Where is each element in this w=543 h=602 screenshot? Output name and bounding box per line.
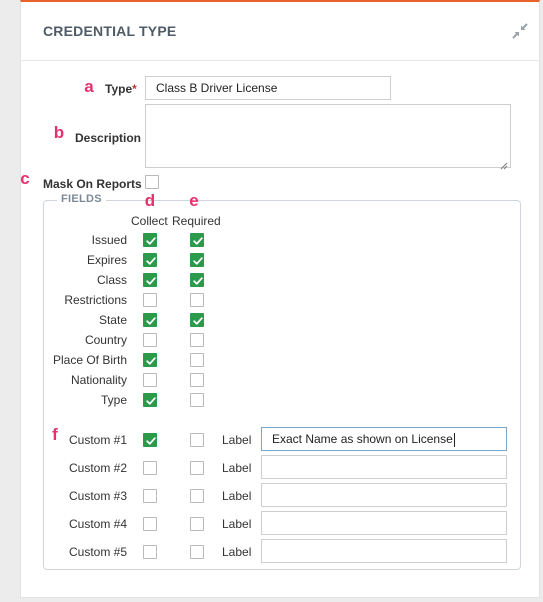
custom-required-checkbox[interactable] [190,545,204,559]
checkmark-icon [193,277,203,285]
custom-field-label: Custom #1 [69,433,128,447]
marker-f: f [52,425,58,444]
collect-checkbox[interactable] [143,273,157,287]
type-input-value: Class B Driver License [156,81,278,95]
custom-label-caption: Label [222,545,252,559]
custom-label-caption: Label [222,461,252,475]
collect-checkbox[interactable] [143,393,157,407]
custom-field-label: Custom #3 [69,489,128,503]
custom-required-checkbox[interactable] [190,517,204,531]
field-label: Restrictions [64,293,127,307]
text-caret [453,432,455,447]
marker-d: d [144,191,156,210]
custom-label-input[interactable] [261,483,507,507]
field-label: Expires [86,253,127,267]
checkmark-icon [193,257,203,265]
checkmark-icon [146,397,156,405]
checkmark-icon [146,317,156,325]
type-label: Type* [105,82,137,96]
collect-checkbox[interactable] [143,293,157,307]
custom-collect-checkbox[interactable] [143,461,157,475]
required-checkbox[interactable] [190,373,204,387]
custom-required-checkbox[interactable] [190,433,204,447]
marker-e: e [189,191,199,210]
custom-collect-checkbox[interactable] [143,433,157,447]
custom-label-input[interactable] [261,511,507,535]
custom-label-input[interactable] [261,455,507,479]
custom-label-caption: Label [222,433,252,447]
field-label: State [98,313,127,327]
custom-label-caption: Label [222,517,252,531]
panel-header: CREDENTIAL TYPE [21,2,539,61]
custom-label-caption: Label [222,489,252,503]
collect-checkbox[interactable] [143,233,157,247]
required-checkbox[interactable] [190,353,204,367]
custom-collect-checkbox[interactable] [143,489,157,503]
custom-label-value: Exact Name as shown on License [272,432,453,446]
required-checkbox[interactable] [190,393,204,407]
custom-label-input[interactable]: Exact Name as shown on License [261,427,507,451]
field-label: Issued [91,233,127,247]
required-checkbox[interactable] [190,313,204,327]
mask-on-reports-checkbox[interactable] [145,175,159,189]
custom-collect-checkbox[interactable] [143,545,157,559]
required-checkbox[interactable] [190,253,204,267]
collect-header: Collect [131,214,168,228]
type-label-text: Type [105,82,133,96]
custom-label-input[interactable] [261,539,507,563]
collect-checkbox[interactable] [143,313,157,327]
mask-on-reports-label: Mask On Reports [43,177,142,191]
collect-checkbox[interactable] [143,333,157,347]
type-input[interactable]: Class B Driver License [145,76,391,100]
collect-checkbox[interactable] [143,253,157,267]
checkmark-icon [193,237,203,245]
custom-required-checkbox[interactable] [190,461,204,475]
required-checkbox[interactable] [190,233,204,247]
field-label: Type [100,393,127,407]
checkmark-icon [146,357,156,365]
marker-c: c [20,169,30,188]
required-checkbox[interactable] [190,273,204,287]
collect-checkbox[interactable] [143,353,157,367]
collect-checkbox[interactable] [143,373,157,387]
field-label: Class [96,273,127,287]
custom-field-label: Custom #2 [69,461,128,475]
marker-b: b [53,123,65,142]
checkmark-icon [146,277,156,285]
credential-type-panel: CREDENTIAL TYPE a Type* Class B Driver L… [20,0,540,598]
custom-collect-checkbox[interactable] [143,517,157,531]
required-checkbox[interactable] [190,293,204,307]
description-textarea[interactable] [145,104,511,170]
checkmark-icon [146,257,156,265]
checkmark-icon [146,437,156,445]
custom-field-label: Custom #5 [69,545,128,559]
custom-required-checkbox[interactable] [190,489,204,503]
compress-arrows-icon[interactable] [511,22,529,40]
description-label: Description [75,131,142,145]
resize-grip-icon[interactable] [500,157,508,170]
custom-field-label: Custom #4 [69,517,128,531]
field-label: Nationality [70,373,127,387]
checkmark-icon [193,317,203,325]
field-label: Country [84,333,127,347]
required-header: Required [172,214,221,228]
required-mark: * [132,82,137,96]
marker-a: a [84,77,94,96]
checkmark-icon [146,237,156,245]
fields-legend: FIELDS [57,193,106,205]
panel-title: CREDENTIAL TYPE [43,23,177,39]
field-label: Place Of Birth [52,353,127,367]
required-checkbox[interactable] [190,333,204,347]
